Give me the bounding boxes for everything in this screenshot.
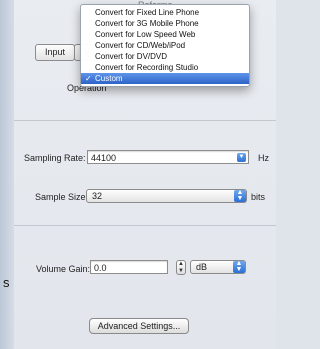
volume-stepper[interactable]: ▲ ▼ [176,260,186,275]
menu-item-custom-label: Custom [95,74,123,83]
sample-size-unit: bits [251,192,266,202]
sampling-rate-unit: Hz [258,153,269,163]
side-strip [0,0,15,349]
divider [14,225,276,226]
menu-item-recording-studio[interactable]: Convert for Recording Studio [81,62,249,73]
sample-size-value: 32 [92,191,103,201]
volume-unit-value: dB [196,262,208,272]
menu-item-fixed-line[interactable]: Convert for Fixed Line Phone [81,7,249,18]
menu-item-dv-dvd[interactable]: Convert for DV/DVD [81,51,249,62]
chevron-down-icon[interactable]: ▼ [237,153,246,162]
menu-item-cd-web-ipod[interactable]: Convert for CD/Web/iPod [81,40,249,51]
sampling-rate-value: 44100 [91,153,117,163]
checkmark-icon: ✓ [85,74,92,83]
updown-arrows-icon: ▲ ▼ [233,260,245,273]
volume-gain-label: Volume Gain: [36,264,91,274]
operation-dropdown-menu: Convert for Fixed Line Phone Convert for… [80,4,250,87]
volume-unit-select[interactable]: dB ▲ ▼ [190,260,246,274]
advanced-settings-button[interactable]: Advanced Settings... [89,318,189,334]
tab-input[interactable]: Input [35,44,76,61]
menu-item-low-speed-web[interactable]: Convert for Low Speed Web [81,29,249,40]
sampling-rate-combo[interactable]: 44100 ▼ [87,150,249,164]
sample-size-label: Sample Size: [35,192,89,202]
volume-gain-input[interactable]: 0.0 [90,260,168,274]
menu-item-3g-mobile[interactable]: Convert for 3G Mobile Phone [81,18,249,29]
app-window: s Reforma Input V Operation Convert for … [0,0,276,349]
divider [14,120,276,121]
updown-arrows-icon: ▲ ▼ [234,189,246,202]
menu-item-custom[interactable]: ✓ Custom [81,73,249,84]
sampling-rate-label: Sampling Rate: [24,153,86,163]
sample-size-select[interactable]: 32 ▲ ▼ [86,189,247,203]
edge-letter: s [3,275,10,290]
